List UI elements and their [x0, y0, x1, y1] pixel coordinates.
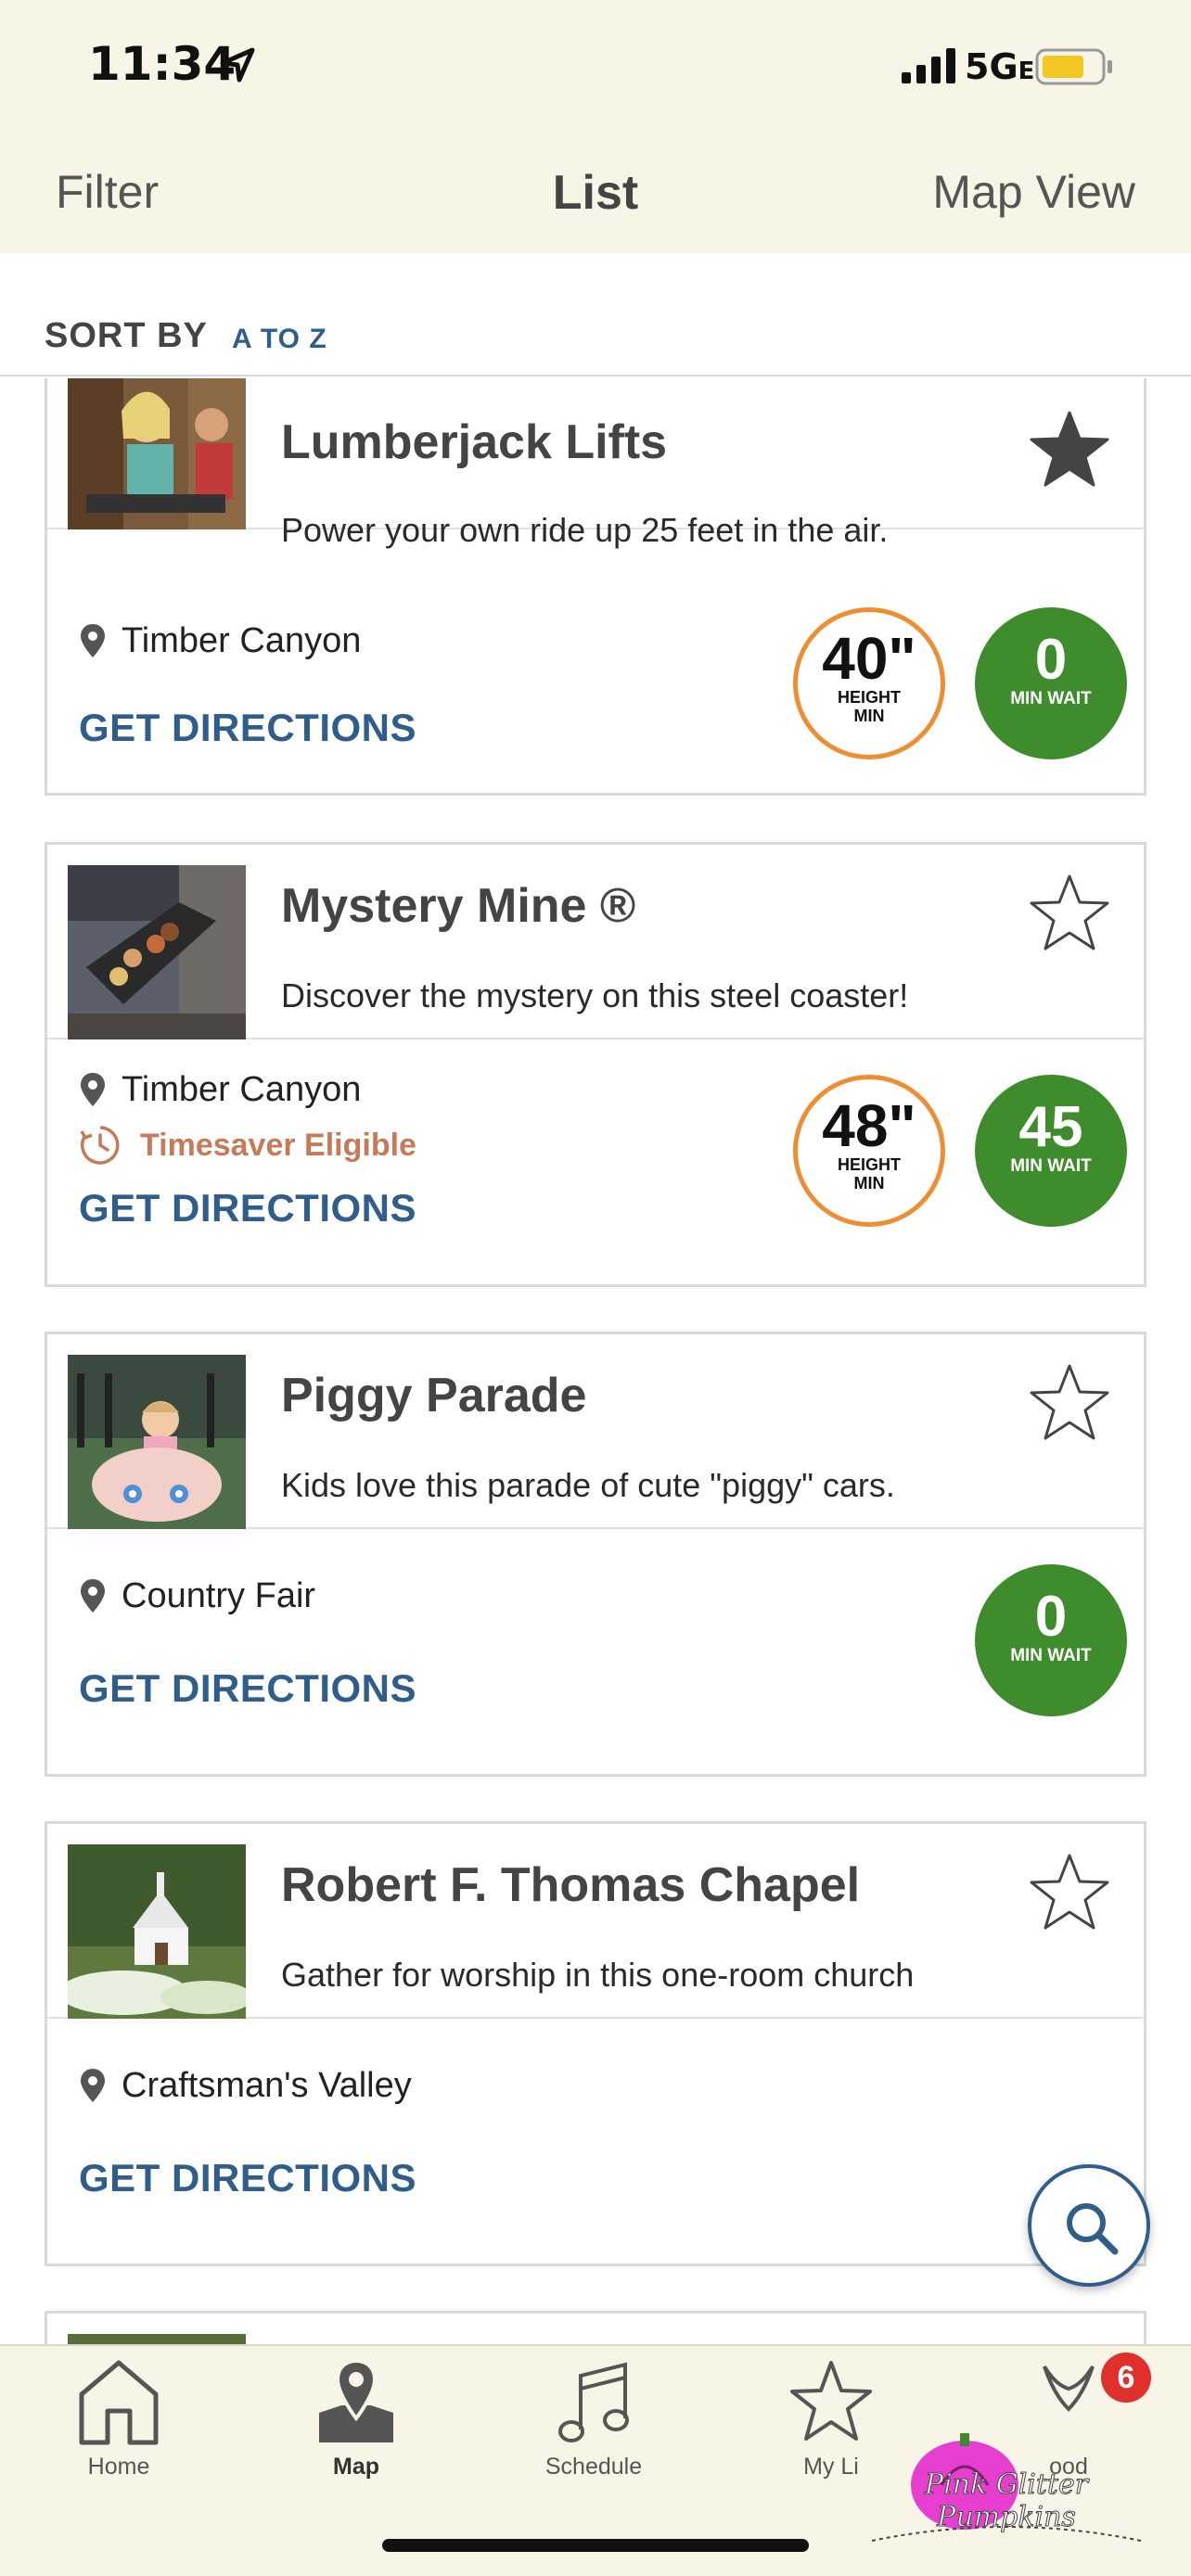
card-header: Piggy Parade Kids love this parade of cu… [47, 1334, 1144, 1529]
search-button[interactable] [1028, 2164, 1150, 2287]
location-name: Craftsman's Valley [122, 2065, 412, 2105]
height-label: HEIGHT [837, 688, 901, 707]
get-directions-link[interactable]: GET DIRECTIONS [79, 1186, 416, 1231]
watermark: Pink Glitter Pumpkins [853, 2411, 1159, 2559]
location-name: Timber Canyon [122, 620, 362, 660]
favorite-star-outline-icon[interactable] [1027, 871, 1112, 956]
timesaver-clock-icon [80, 1126, 120, 1165]
sort-label: SORT BY [45, 316, 208, 355]
attraction-title: Lumberjack Lifts [281, 415, 668, 469]
home-indicator [382, 2539, 809, 2552]
location-name: Country Fair [122, 1575, 316, 1615]
tab-home[interactable]: Home [26, 2357, 211, 2480]
tab-label: Home [87, 2454, 150, 2480]
wait-value: 0 [1034, 628, 1068, 692]
attraction-description: Gather for worship in this one-room chur… [281, 1956, 915, 1994]
attraction-description: Discover the mystery on this steel coast… [281, 976, 909, 1014]
map-pin-icon [81, 624, 105, 657]
card-header: Robert F. Thomas Chapel Gather for worsh… [47, 1824, 1144, 2019]
sort-bar: SORT BY A TO Z [0, 253, 1191, 376]
top-navigation-header: Filter List Map View [0, 139, 1191, 253]
tab-schedule[interactable]: Schedule [501, 2357, 686, 2480]
attraction-card[interactable] [45, 2311, 1146, 2344]
music-note-icon [558, 2362, 629, 2442]
height-value: 40" [822, 625, 916, 692]
height-min-label: MIN [853, 1174, 885, 1192]
height-value: 48" [822, 1092, 916, 1159]
height-min-label: MIN [853, 707, 885, 725]
get-directions-link[interactable]: GET DIRECTIONS [79, 706, 416, 750]
watermark-text: Pink Glitter Pumpkins [924, 2468, 1089, 2534]
attraction-card[interactable]: Piggy Parade Kids love this parade of cu… [45, 1332, 1146, 1777]
map-pin-icon [319, 2358, 393, 2442]
wait-time-badge: 0 MIN WAIT [975, 607, 1127, 759]
attraction-title: Robert F. Thomas Chapel [281, 1858, 861, 1912]
wait-time-badge: 45 MIN WAIT [975, 1075, 1127, 1227]
attraction-list[interactable]: Lumberjack Lifts Power your own ride up … [0, 378, 1191, 2344]
get-directions-link[interactable]: GET DIRECTIONS [79, 1666, 416, 1711]
card-details: Craftsman's Valley GET DIRECTIONS [47, 2019, 1144, 2264]
sort-option[interactable]: A TO Z [232, 324, 327, 355]
height-requirement-badge: 40" HEIGHT MIN [793, 607, 945, 759]
attraction-description: Kids love this parade of cute "piggy" ca… [281, 1466, 895, 1504]
attraction-thumbnail [68, 1844, 246, 2019]
wait-time-badge: 0 MIN WAIT [975, 1564, 1127, 1716]
location-row: Country Fair [79, 1575, 315, 1616]
tab-label: Map [333, 2454, 379, 2480]
height-label: HEIGHT [837, 1155, 901, 1174]
favorite-star-outline-icon[interactable] [1027, 1850, 1112, 1935]
wait-value: 45 [1018, 1095, 1083, 1159]
notification-badge: 6 [1101, 2353, 1151, 2403]
wait-label: MIN WAIT [1010, 689, 1092, 708]
attraction-thumbnail [68, 378, 246, 529]
height-requirement-badge: 48" HEIGHT MIN [793, 1075, 945, 1227]
card-details: Timber Canyon GET DIRECTIONS 40" HEIGHT … [47, 574, 1144, 797]
attraction-card[interactable]: Robert F. Thomas Chapel Gather for worsh… [45, 1821, 1146, 2266]
location-row: Timber Canyon [79, 620, 361, 661]
wait-label: MIN WAIT [1010, 1646, 1092, 1665]
card-details: Country Fair GET DIRECTIONS 0 MIN WAIT [47, 1529, 1144, 1774]
map-pin-icon [81, 2069, 105, 2102]
attraction-description: Power your own ride up 25 feet in the ai… [281, 511, 889, 549]
status-bar: 11:34 5GE [0, 0, 1191, 139]
card-header: Lumberjack Lifts Power your own ride up … [47, 378, 1144, 549]
location-row: Craftsman's Valley [79, 2065, 412, 2106]
wait-value: 0 [1034, 1585, 1068, 1649]
tab-label: Schedule [544, 2454, 643, 2480]
location-name: Timber Canyon [122, 1069, 362, 1109]
network-type: 5GE [965, 46, 1035, 87]
timesaver-label: Timesaver Eligible [140, 1127, 416, 1163]
favorite-star-outline-icon[interactable] [1027, 1360, 1112, 1446]
map-pin-icon [81, 1073, 105, 1106]
wait-label: MIN WAIT [1010, 1156, 1092, 1176]
map-pin-icon [81, 1579, 105, 1613]
attraction-thumbnail [68, 1355, 246, 1529]
get-directions-link[interactable]: GET DIRECTIONS [79, 2156, 416, 2200]
attraction-title: Piggy Parade [281, 1369, 587, 1422]
status-time: 11:34 [88, 37, 237, 91]
attraction-thumbnail [68, 2334, 246, 2344]
battery-icon [1035, 48, 1112, 85]
search-icon [1067, 2203, 1119, 2255]
map-view-button[interactable]: Map View [932, 165, 1135, 219]
attraction-thumbnail [68, 865, 246, 1039]
attraction-title: Mystery Mine ® [281, 879, 636, 933]
attraction-card[interactable]: Mystery Mine ® Discover the mystery on t… [45, 842, 1146, 1287]
home-icon [79, 2360, 159, 2445]
favorite-star-filled-icon[interactable] [1027, 407, 1112, 492]
attraction-card[interactable]: Lumberjack Lifts Power your own ride up … [45, 378, 1146, 796]
card-details: Timber Canyon Timesaver Eligible GET DIR… [47, 1039, 1144, 1284]
signal-bars-icon [902, 48, 955, 83]
location-row: Timber Canyon [79, 1069, 361, 1110]
location-arrow-icon [220, 47, 255, 83]
card-header: Mystery Mine ® Discover the mystery on t… [47, 845, 1144, 1039]
timesaver-row: Timesaver Eligible [79, 1125, 416, 1166]
tab-map[interactable]: Map [263, 2357, 449, 2480]
